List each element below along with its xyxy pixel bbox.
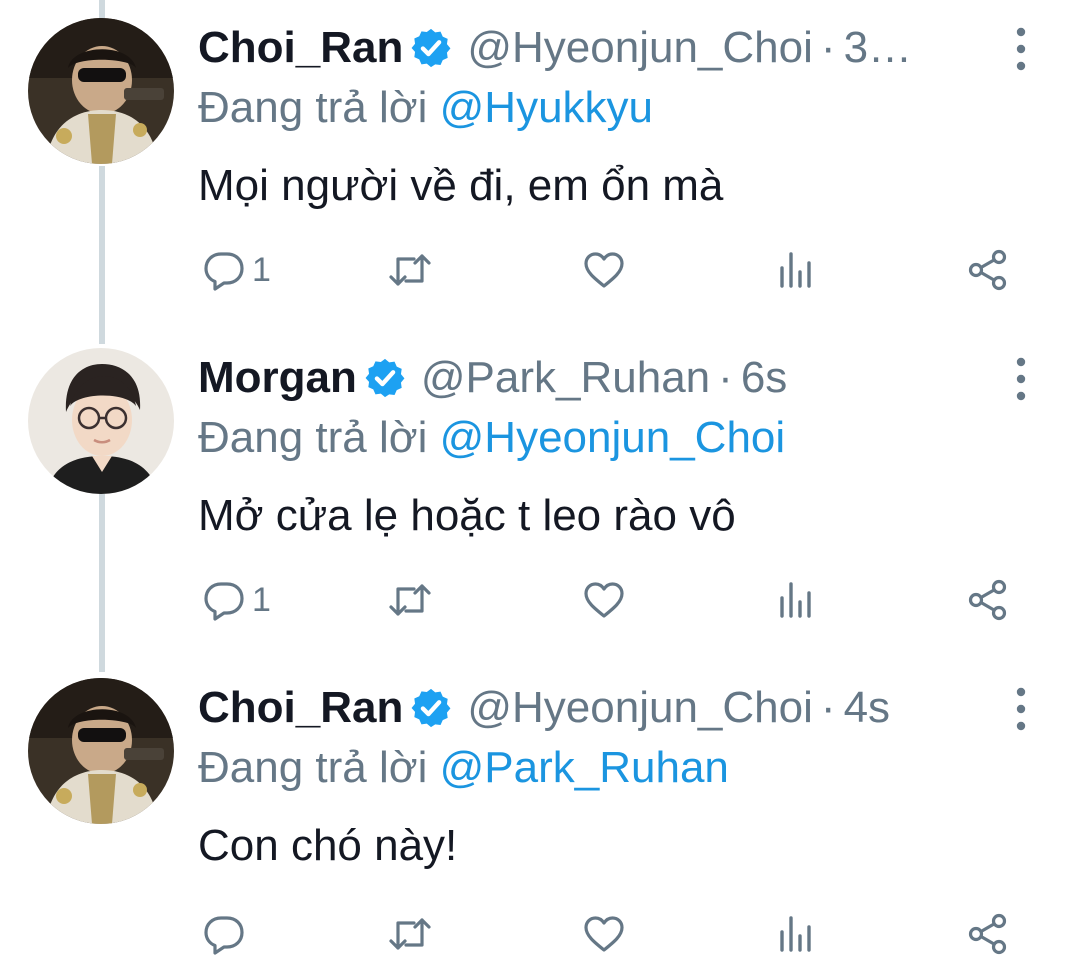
analytics-icon bbox=[776, 578, 816, 622]
share-icon bbox=[966, 248, 1010, 292]
like-icon bbox=[582, 578, 626, 622]
action-bar: 1 bbox=[0, 240, 1080, 300]
verified-badge-icon bbox=[409, 26, 453, 70]
tweet-text: Con chó này! bbox=[198, 821, 458, 870]
analytics-button[interactable] bbox=[776, 570, 816, 630]
like-icon bbox=[582, 248, 626, 292]
retweet-button[interactable] bbox=[386, 240, 434, 300]
timestamp[interactable]: 4s bbox=[844, 680, 890, 736]
user-handle[interactable]: @Hyeonjun_Choi bbox=[467, 680, 813, 736]
share-button[interactable] bbox=[966, 904, 1010, 964]
tweet[interactable]: Morgan @Park_Ruhan · 6s Đang trả lời @Hy… bbox=[0, 330, 1080, 660]
avatar[interactable] bbox=[28, 348, 174, 494]
tweet-header: Choi_Ran @Hyeonjun_Choi · 4s bbox=[198, 680, 998, 736]
more-vertical-icon[interactable] bbox=[1008, 24, 1034, 74]
reply-count: 1 bbox=[252, 580, 271, 619]
action-bar bbox=[0, 904, 1080, 964]
mention-link[interactable]: @Park_Ruhan bbox=[440, 743, 729, 792]
replying-to-label: Đang trả lời bbox=[198, 743, 428, 792]
verified-badge-icon bbox=[409, 686, 453, 730]
tweet-header: Choi_Ran @Hyeonjun_Choi · 3… bbox=[198, 20, 998, 76]
reply-icon bbox=[202, 912, 246, 956]
avatar-photo-icon bbox=[28, 678, 174, 824]
like-button[interactable] bbox=[582, 570, 626, 630]
share-button[interactable] bbox=[966, 570, 1010, 630]
more-vertical-icon[interactable] bbox=[1008, 354, 1034, 404]
separator-dot: · bbox=[820, 683, 836, 732]
retweet-icon bbox=[386, 912, 434, 956]
replying-to-label: Đang trả lời bbox=[198, 413, 428, 462]
more-vertical-icon[interactable] bbox=[1008, 684, 1034, 734]
display-name[interactable]: Choi_Ran bbox=[198, 20, 403, 76]
like-icon bbox=[582, 912, 626, 956]
like-button[interactable] bbox=[582, 240, 626, 300]
analytics-button[interactable] bbox=[776, 904, 816, 964]
tweet-header: Morgan @Park_Ruhan · 6s bbox=[198, 350, 998, 406]
reply-icon bbox=[202, 248, 246, 292]
tweet-text: Mở cửa lẹ hoặc t leo rào vô bbox=[198, 491, 736, 540]
timestamp[interactable]: 6s bbox=[741, 350, 787, 406]
user-handle[interactable]: @Hyeonjun_Choi bbox=[467, 20, 813, 76]
reply-button[interactable] bbox=[202, 904, 252, 964]
tweet-text: Mọi người về đi, em ổn mà bbox=[198, 161, 724, 210]
verified-badge-icon bbox=[363, 356, 407, 400]
display-name[interactable]: Choi_Ran bbox=[198, 680, 403, 736]
action-bar: 1 bbox=[0, 570, 1080, 630]
separator-dot: · bbox=[820, 23, 836, 72]
replying-to: Đang trả lời @Hyeonjun_Choi bbox=[198, 410, 785, 466]
avatar-photo-icon bbox=[28, 348, 174, 494]
user-handle[interactable]: @Park_Ruhan bbox=[421, 350, 710, 406]
avatar[interactable] bbox=[28, 18, 174, 164]
replying-to: Đang trả lời @Park_Ruhan bbox=[198, 740, 729, 796]
reply-count: 1 bbox=[252, 250, 271, 289]
avatar-photo-icon bbox=[28, 18, 174, 164]
replying-to: Đang trả lời @Hyukkyu bbox=[198, 80, 653, 136]
tweet[interactable]: Choi_Ran @Hyeonjun_Choi · 4s Đang trả lờ… bbox=[0, 660, 1080, 968]
retweet-icon bbox=[386, 248, 434, 292]
tweet[interactable]: Choi_Ran @Hyeonjun_Choi · 3… Đang trả lờ… bbox=[0, 0, 1080, 330]
avatar[interactable] bbox=[28, 678, 174, 824]
replying-to-label: Đang trả lời bbox=[198, 83, 428, 132]
retweet-button[interactable] bbox=[386, 570, 434, 630]
reply-button[interactable]: 1 bbox=[202, 570, 271, 630]
display-name[interactable]: Morgan bbox=[198, 350, 357, 406]
analytics-icon bbox=[776, 912, 816, 956]
share-icon bbox=[966, 578, 1010, 622]
mention-link[interactable]: @Hyeonjun_Choi bbox=[440, 413, 786, 462]
like-button[interactable] bbox=[582, 904, 626, 964]
retweet-button[interactable] bbox=[386, 904, 434, 964]
reply-button[interactable]: 1 bbox=[202, 240, 271, 300]
share-button[interactable] bbox=[966, 240, 1010, 300]
separator-dot: · bbox=[718, 353, 733, 402]
retweet-icon bbox=[386, 578, 434, 622]
share-icon bbox=[966, 912, 1010, 956]
timestamp[interactable]: 3… bbox=[844, 20, 912, 76]
analytics-button[interactable] bbox=[776, 240, 816, 300]
mention-link[interactable]: @Hyukkyu bbox=[440, 83, 653, 132]
analytics-icon bbox=[776, 248, 816, 292]
reply-icon bbox=[202, 578, 246, 622]
